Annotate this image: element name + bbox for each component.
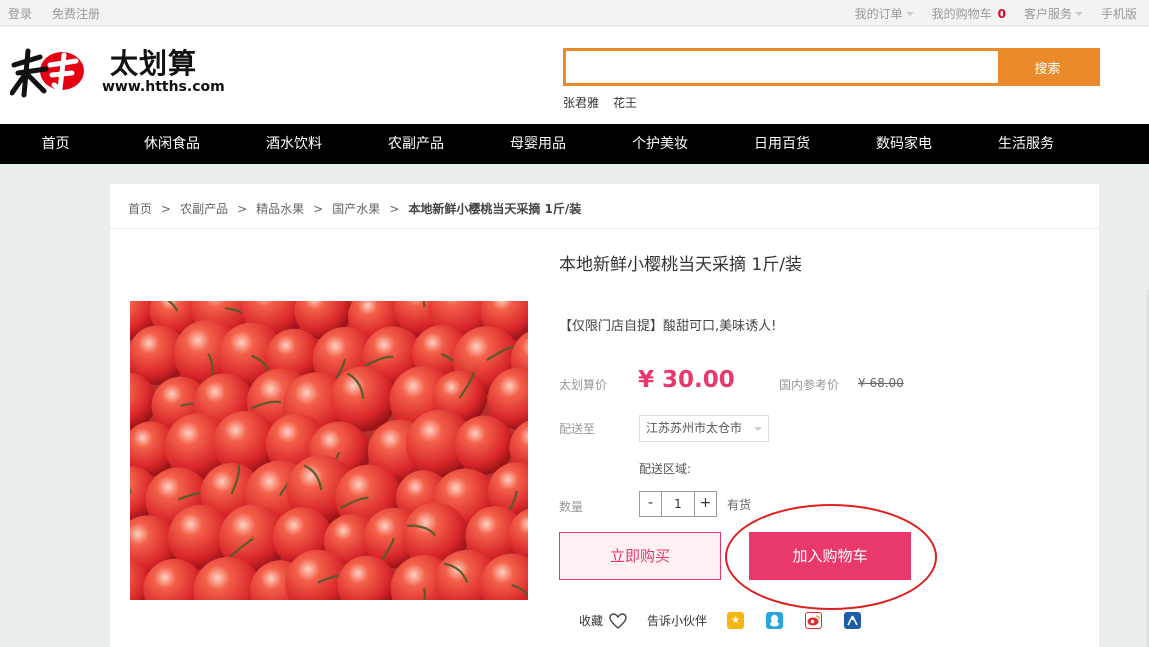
- breadcrumb-link[interactable]: 精品水果: [256, 200, 304, 217]
- cart-count-badge: 0: [997, 6, 1006, 21]
- site-url: www.htths.com: [102, 79, 225, 95]
- product-title: 本地新鲜小樱桃当天采摘 1斤/装: [559, 255, 802, 275]
- top-bar-right: 我的订单 我的购物车 0 客户服务 手机版: [855, 5, 1137, 22]
- breadcrumb-link[interactable]: 国产水果: [332, 200, 380, 217]
- product-subtitle: 【仅限门店自提】酸甜可口,美味诱人!: [559, 319, 777, 334]
- product-image[interactable]: [130, 301, 528, 600]
- logo-icon[interactable]: [10, 43, 88, 99]
- breadcrumb-separator: >: [161, 201, 172, 216]
- divider: [110, 228, 1099, 229]
- breadcrumb-link[interactable]: 农副产品: [180, 200, 228, 217]
- mobile-link[interactable]: 手机版: [1101, 5, 1137, 22]
- penguin-glyph: [770, 614, 780, 627]
- qq-share-icon[interactable]: [766, 612, 784, 629]
- quantity-stepper: - 1 +: [639, 491, 717, 517]
- breadcrumb-separator: >: [237, 201, 248, 216]
- delivery-label: 配送至: [559, 422, 596, 436]
- nav-item-home[interactable]: 首页: [0, 124, 111, 164]
- social-row: 收藏 告诉小伙伴 ★: [579, 612, 883, 629]
- breadcrumb-separator: >: [389, 201, 400, 216]
- price-label: 太划算价: [559, 378, 608, 392]
- product-panel: 首页 > 农副产品 > 精品水果 > 国产水果 > 本地新鲜小樱桃当天采摘 1斤…: [110, 184, 1099, 647]
- breadcrumb-link[interactable]: 首页: [128, 200, 152, 217]
- hot-word-link[interactable]: 花王: [613, 94, 637, 111]
- customer-service-label: 客户服务: [1023, 7, 1072, 21]
- ref-price-value: ¥ 68.00: [858, 376, 904, 390]
- nav-item-farm-products[interactable]: 农副产品: [355, 124, 477, 164]
- weibo-share-icon[interactable]: [805, 612, 823, 629]
- nav-item-snacks[interactable]: 休闲食品: [111, 124, 233, 164]
- customer-service-menu[interactable]: 客户服务: [1024, 5, 1083, 22]
- weibo-glyph: [807, 615, 820, 626]
- nav-item-services[interactable]: 生活服务: [965, 124, 1087, 164]
- delivery-region-select[interactable]: 江苏苏州市太仓市: [639, 415, 769, 442]
- hot-search-words: 张君雅 花王: [563, 94, 637, 111]
- chevron-down-icon: [905, 11, 914, 16]
- stock-status: 有货: [727, 498, 752, 512]
- main-nav: 首页 休闲食品 酒水饮料 农副产品 母婴用品 个护美妆 日用百货 数码家电 生活…: [0, 124, 1149, 164]
- my-cart-label: 我的购物车: [931, 7, 992, 21]
- nav-item-beauty[interactable]: 个护美妆: [599, 124, 721, 164]
- my-orders-label: 我的订单: [854, 7, 903, 21]
- page-edge-shadow: [1145, 290, 1149, 647]
- ref-price-label: 国内参考价: [779, 378, 840, 392]
- delivery-area-label: 配送区域:: [639, 462, 692, 476]
- hot-word-link[interactable]: 张君雅: [563, 94, 599, 111]
- search-bar: 搜索: [563, 48, 1100, 86]
- renren-glyph: [847, 615, 858, 626]
- price-value: ¥ 30.00: [638, 367, 735, 393]
- site-name: 太划算: [110, 47, 198, 80]
- search-button[interactable]: 搜索: [998, 51, 1097, 83]
- my-cart-link[interactable]: 我的购物车 0: [932, 5, 1006, 22]
- header: 太划算 www.htths.com 搜索 张君雅 花王: [0, 27, 1149, 124]
- quantity-label: 数量: [559, 500, 584, 514]
- nav-item-household[interactable]: 日用百货: [721, 124, 843, 164]
- cherries-image: [130, 301, 528, 600]
- chevron-down-icon: [1074, 11, 1083, 16]
- nav-item-drinks[interactable]: 酒水饮料: [233, 124, 355, 164]
- top-bar-left: 登录 免费注册: [8, 5, 100, 22]
- share-label: 告诉小伙伴: [647, 614, 708, 628]
- delivery-region-value: 江苏苏州市太仓市: [646, 421, 743, 435]
- renren-share-icon[interactable]: [844, 612, 862, 629]
- nav-item-baby[interactable]: 母婴用品: [477, 124, 599, 164]
- search-input[interactable]: [566, 51, 998, 83]
- quantity-input[interactable]: 1: [661, 492, 695, 516]
- nav-item-electronics[interactable]: 数码家电: [843, 124, 965, 164]
- buy-now-button[interactable]: 立即购买: [559, 532, 721, 580]
- favorite-button[interactable]: 收藏: [579, 612, 627, 629]
- favorite-label: 收藏: [579, 614, 604, 628]
- register-link[interactable]: 免费注册: [52, 5, 100, 22]
- my-orders-menu[interactable]: 我的订单: [855, 5, 914, 22]
- qzone-share-icon[interactable]: ★: [727, 612, 745, 629]
- heart-icon: [609, 612, 627, 629]
- breadcrumb-separator: >: [313, 201, 324, 216]
- add-to-cart-button[interactable]: 加入购物车: [749, 532, 911, 580]
- login-link[interactable]: 登录: [8, 5, 32, 22]
- breadcrumb-current: 本地新鲜小樱桃当天采摘 1斤/装: [408, 202, 582, 216]
- quantity-decrease-button[interactable]: -: [640, 492, 661, 516]
- chevron-down-icon: [754, 427, 762, 431]
- quantity-increase-button[interactable]: +: [695, 492, 716, 516]
- breadcrumb: 首页 > 农副产品 > 精品水果 > 国产水果 > 本地新鲜小樱桃当天采摘 1斤…: [128, 200, 581, 217]
- top-bar: 登录 免费注册 我的订单 我的购物车 0 客户服务 手机版: [0, 0, 1149, 26]
